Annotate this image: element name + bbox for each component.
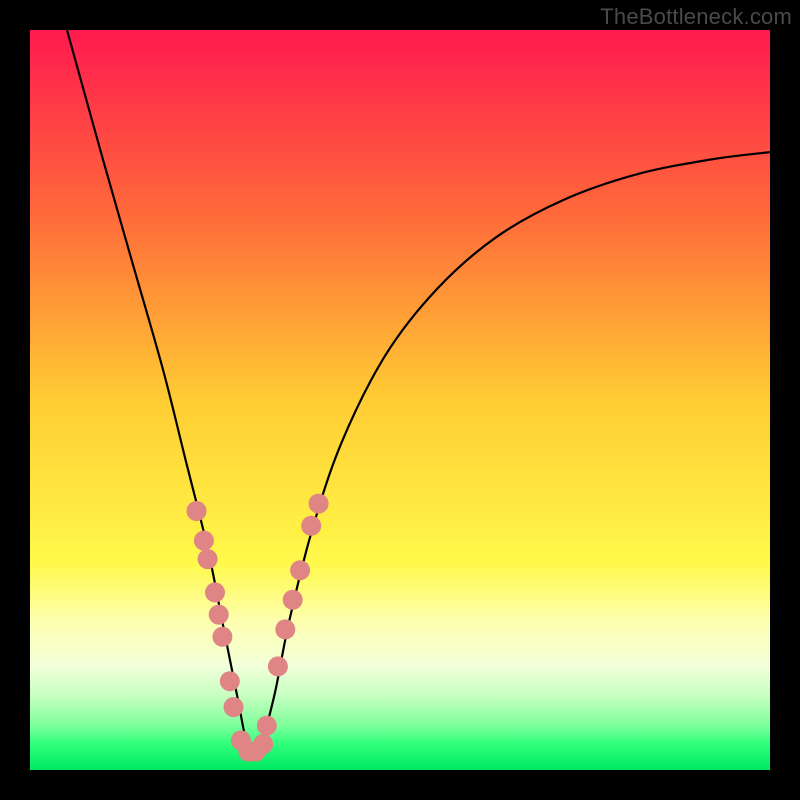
data-point bbox=[220, 671, 240, 691]
chart-frame: TheBottleneck.com bbox=[0, 0, 800, 800]
data-point bbox=[224, 697, 244, 717]
data-point bbox=[309, 494, 329, 514]
data-point bbox=[257, 716, 277, 736]
data-point bbox=[212, 627, 232, 647]
data-point bbox=[268, 656, 288, 676]
data-point bbox=[253, 734, 273, 754]
data-point bbox=[194, 531, 214, 551]
data-point bbox=[205, 582, 225, 602]
data-point bbox=[283, 590, 303, 610]
gradient-background bbox=[30, 30, 770, 770]
chart-svg bbox=[30, 30, 770, 770]
data-point bbox=[275, 619, 295, 639]
data-point bbox=[209, 605, 229, 625]
watermark-text: TheBottleneck.com bbox=[600, 4, 792, 30]
data-point bbox=[198, 549, 218, 569]
data-point bbox=[301, 516, 321, 536]
plot-area bbox=[30, 30, 770, 770]
data-point bbox=[290, 560, 310, 580]
data-point bbox=[187, 501, 207, 521]
